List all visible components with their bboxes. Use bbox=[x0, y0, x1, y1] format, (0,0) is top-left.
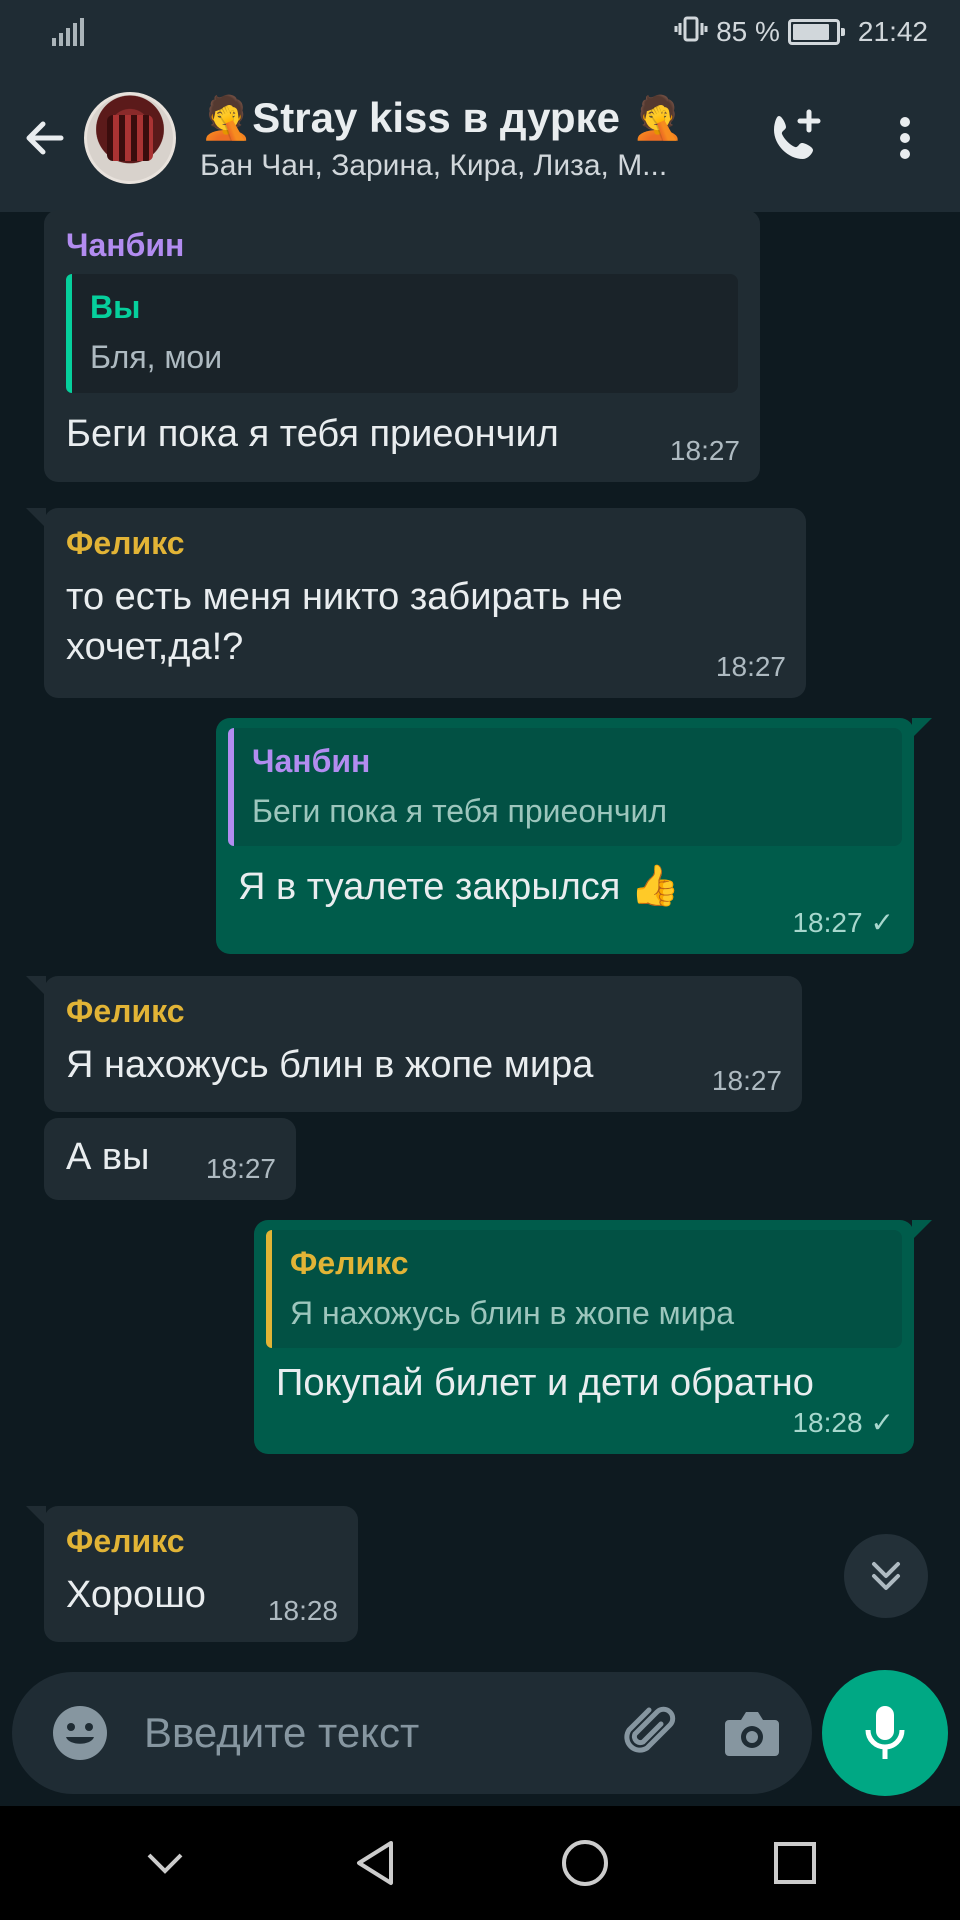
camera-icon bbox=[725, 1712, 779, 1756]
message-text-line: то есть меня никто забирать не bbox=[66, 576, 623, 619]
message-input-bar: Введите текст bbox=[12, 1672, 812, 1794]
camera-button[interactable] bbox=[712, 1693, 792, 1773]
quote-sender: Феликс bbox=[290, 1245, 409, 1281]
add-call-button[interactable] bbox=[740, 64, 850, 212]
nav-home-button[interactable] bbox=[540, 1818, 630, 1908]
message-text: Я нахожусь блин в жопе мира bbox=[66, 1044, 594, 1087]
double-chevron-down-icon bbox=[872, 1562, 900, 1590]
paperclip-icon bbox=[624, 1706, 676, 1753]
read-check-icon: ✓ bbox=[870, 1407, 894, 1439]
message-time: 18:27 ✓ bbox=[792, 905, 894, 942]
attach-button[interactable] bbox=[612, 1693, 692, 1773]
quote-text: Беги пока я тебя приеончил bbox=[252, 793, 668, 830]
message-time: 18:27 bbox=[711, 1065, 782, 1097]
group-avatar[interactable] bbox=[84, 92, 176, 184]
sender-name: Феликс bbox=[66, 525, 185, 561]
status-bar: 85 % 21:42 bbox=[0, 0, 960, 64]
message-text: Покупай билет и дети обратно bbox=[276, 1362, 814, 1405]
clock: 21:42 bbox=[857, 16, 928, 47]
message-bubble[interactable]: Чанбин Беги пока я тебя приеончил Я в ту… bbox=[216, 718, 932, 954]
quote-sender: Вы bbox=[90, 289, 141, 326]
system-nav-bar bbox=[0, 1806, 960, 1920]
hide-keyboard-button[interactable] bbox=[120, 1818, 210, 1908]
message-bubble[interactable]: Чанбин Вы Бля, мои Беги пока я тебя прие… bbox=[44, 210, 760, 482]
nav-recents-button[interactable] bbox=[750, 1818, 840, 1908]
message-time: 18:27 bbox=[669, 435, 740, 467]
emoji-button[interactable] bbox=[40, 1693, 120, 1773]
scroll-to-bottom-button[interactable] bbox=[844, 1534, 928, 1618]
more-options-button[interactable] bbox=[850, 64, 960, 212]
quote-text: Я нахожусь блин в жопе мира bbox=[290, 1295, 735, 1332]
chat-header: 🤦Stray kiss в дурке 🤦 Бан Чан, Зарина, К… bbox=[0, 64, 960, 212]
arrow-left-icon bbox=[26, 121, 64, 155]
quote-sender: Чанбин bbox=[252, 743, 371, 779]
mic-icon bbox=[865, 1706, 905, 1759]
chat-title: 🤦Stray kiss в дурке 🤦 bbox=[200, 93, 684, 141]
vibrate-icon bbox=[674, 15, 708, 50]
message-time: 18:28 bbox=[267, 1595, 338, 1627]
message-bubble[interactable]: Феликс Я нахожусь блин в жопе мира Покуп… bbox=[254, 1220, 932, 1454]
message-bubble[interactable]: Феликс Хорошо 18:28 bbox=[26, 1506, 358, 1642]
battery-percent: 85 % bbox=[716, 16, 780, 47]
sender-name: Феликс bbox=[66, 993, 185, 1029]
sender-name: Феликс bbox=[66, 1523, 185, 1559]
circle-home-icon bbox=[562, 1840, 608, 1886]
message-input[interactable]: Введите текст bbox=[144, 1709, 612, 1757]
quoted-message[interactable]: Вы Бля, мои bbox=[66, 274, 738, 394]
quoted-message[interactable]: Феликс Я нахожусь блин в жопе мира bbox=[266, 1230, 902, 1349]
emoji-icon bbox=[53, 1706, 107, 1760]
sender-name: Чанбин bbox=[66, 227, 185, 263]
chat-title-block[interactable]: 🤦Stray kiss в дурке 🤦 Бан Чан, Зарина, К… bbox=[200, 94, 740, 183]
nav-back-button[interactable] bbox=[330, 1818, 420, 1908]
read-check-icon: ✓ bbox=[870, 907, 894, 939]
message-text: Я в туалете закрылся bbox=[238, 865, 621, 908]
back-button[interactable] bbox=[10, 64, 80, 212]
message-bubble[interactable]: Феликс Я нахожусь блин в жопе мира 18:27 bbox=[26, 976, 802, 1112]
battery-icon bbox=[787, 19, 845, 45]
message-text: Беги пока я тебя приеончил bbox=[66, 412, 559, 455]
signal-icon bbox=[52, 18, 84, 46]
thumbs-up-emoji: 👍 bbox=[630, 864, 681, 909]
add-call-icon bbox=[774, 109, 821, 159]
message-bubble[interactable]: А вы 18:27 bbox=[44, 1118, 296, 1200]
quoted-message[interactable]: Чанбин Беги пока я тебя приеончил bbox=[228, 728, 902, 847]
message-time: 18:27 bbox=[205, 1153, 276, 1185]
message-time: 18:28 ✓ bbox=[792, 1405, 894, 1442]
message-time: 18:27 bbox=[715, 651, 786, 683]
more-vert-icon bbox=[900, 117, 910, 159]
chevron-down-icon bbox=[147, 1853, 183, 1874]
quote-text: Бля, мои bbox=[90, 339, 223, 376]
chat-members: Бан Чан, Зарина, Кира, Лиза, М... bbox=[200, 148, 668, 182]
message-text-line: хочет,да!? bbox=[66, 626, 244, 669]
triangle-back-icon bbox=[357, 1841, 393, 1885]
message-bubble[interactable]: Феликс то есть меня никто забирать не хо… bbox=[26, 508, 806, 698]
chat-area[interactable]: Чанбин Вы Бля, мои Беги пока я тебя прие… bbox=[0, 210, 960, 1672]
voice-record-button[interactable] bbox=[822, 1670, 948, 1796]
square-recents-icon bbox=[774, 1842, 816, 1884]
